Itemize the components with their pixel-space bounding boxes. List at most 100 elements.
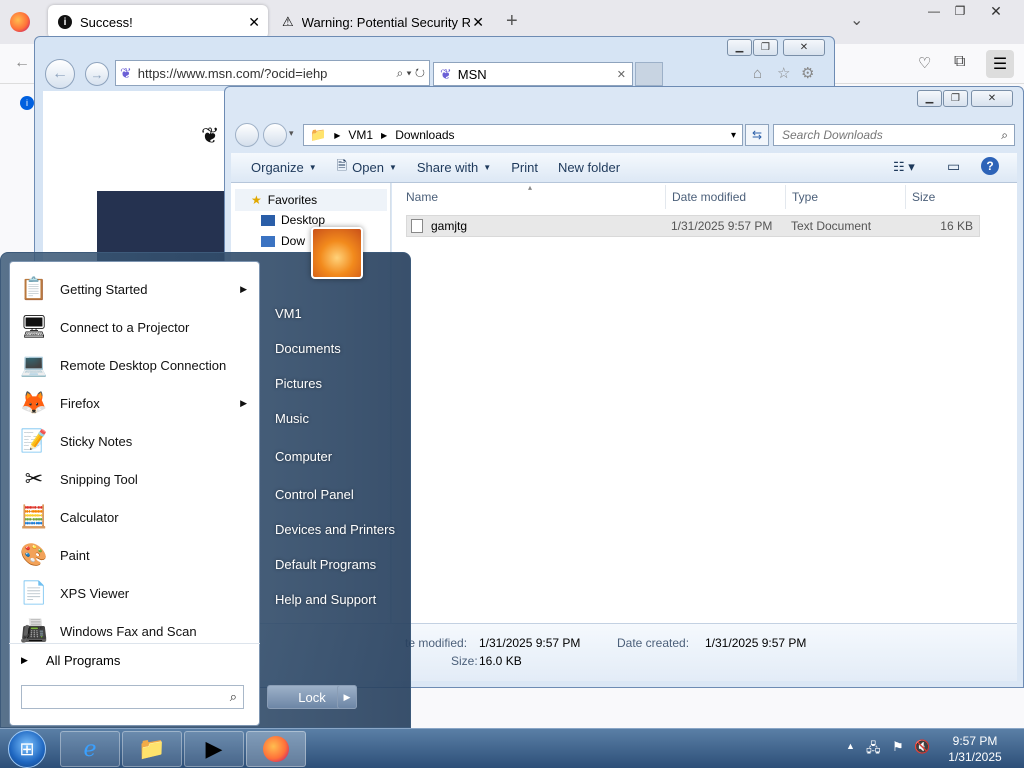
- start-right-item[interactable]: Control Panel: [267, 478, 409, 510]
- address-dropdown-icon[interactable]: ▾: [731, 130, 736, 141]
- downloads-icon: [261, 235, 275, 247]
- back-button[interactable]: ←: [45, 59, 75, 89]
- chevron-right-icon: ▶: [334, 130, 341, 140]
- breadcrumb-downloads[interactable]: Downloads: [395, 128, 454, 142]
- firefox-icon: [263, 736, 289, 762]
- list-tabs-button[interactable]: ⌄: [850, 10, 863, 30]
- nav-downloads[interactable]: Dow: [261, 234, 305, 248]
- created-value: 1/31/2025 9:57 PM: [705, 636, 807, 650]
- new-folder-button[interactable]: New folder: [548, 160, 630, 175]
- start-right-item[interactable]: Default Programs: [267, 548, 409, 580]
- address-bar[interactable]: ❦ https://www.msn.com/?ocid=iehp ⌕ ▾ ↻: [115, 60, 430, 86]
- tab-title: Success!: [80, 14, 133, 30]
- start-button[interactable]: ⊞: [8, 730, 46, 768]
- clock-date: 1/31/2025: [948, 750, 1002, 764]
- close-tab-icon[interactable]: ✕: [470, 13, 484, 31]
- shutdown-options-arrow[interactable]: ▶: [337, 685, 357, 709]
- search-refresh-icons[interactable]: ⌕ ▾ ↻: [396, 66, 425, 81]
- start-right-item[interactable]: Documents: [267, 332, 409, 364]
- address-bar[interactable]: 📁 ▶ VM1 ▶ Downloads ▾: [303, 124, 743, 146]
- maximize-button[interactable]: ❐: [943, 90, 968, 107]
- back-button[interactable]: [235, 123, 259, 147]
- tab-success[interactable]: i Success! ✕: [48, 5, 268, 39]
- close-button[interactable]: ✕: [980, 0, 1012, 22]
- recent-dropdown-icon[interactable]: ▾: [289, 128, 294, 139]
- new-tab-button[interactable]: [635, 62, 663, 86]
- share-with-button[interactable]: Share with ▼: [407, 160, 501, 175]
- favorites-star-icon[interactable]: ☆: [777, 64, 790, 82]
- minimize-button[interactable]: ▁: [727, 39, 752, 56]
- close-button[interactable]: ✕: [783, 39, 825, 56]
- start-right-item[interactable]: Computer: [267, 440, 409, 472]
- msn-butterfly-icon: ❦: [120, 64, 132, 81]
- print-label: Print: [511, 160, 538, 175]
- close-tab-icon[interactable]: ✕: [617, 68, 626, 81]
- tab-msn[interactable]: ❦ MSN ✕: [433, 62, 633, 86]
- taskbar-explorer-icon[interactable]: 📁: [122, 731, 182, 767]
- new-tab-button[interactable]: +: [506, 10, 518, 33]
- open-button[interactable]: 🗎 Open ▼: [327, 157, 407, 179]
- created-label: Date created:: [617, 636, 690, 650]
- action-center-flag-icon[interactable]: ⚑: [892, 739, 904, 755]
- start-right-item[interactable]: Music: [267, 402, 409, 434]
- info-icon[interactable]: i: [20, 96, 34, 110]
- restore-button[interactable]: ❐: [753, 39, 778, 56]
- network-icon[interactable]: 🖧: [866, 739, 881, 761]
- show-hidden-icons-arrow[interactable]: ▲: [846, 741, 855, 751]
- start-right-item[interactable]: Devices and Printers: [267, 513, 409, 545]
- share-label: Share with: [416, 160, 479, 175]
- view-options-icon[interactable]: ☷ ▾: [893, 159, 915, 175]
- start-right-item[interactable]: VM1: [267, 297, 409, 329]
- restore-button[interactable]: ❐: [944, 0, 976, 22]
- breadcrumb-vm1[interactable]: VM1: [348, 128, 373, 142]
- preview-pane-icon[interactable]: ▭: [947, 158, 960, 175]
- chevron-right-icon: ▶: [381, 130, 388, 140]
- desktop-label: Desktop: [281, 213, 326, 227]
- close-button[interactable]: ✕: [971, 90, 1013, 107]
- start-right-item[interactable]: Help and Support: [267, 583, 409, 615]
- firefox-icon[interactable]: [10, 12, 30, 32]
- table-row[interactable]: gamjtg 1/31/2025 9:57 PM Text Document 1…: [406, 215, 980, 237]
- file-type: Text Document: [791, 219, 872, 233]
- column-name[interactable]: Name: [400, 185, 666, 209]
- column-type[interactable]: Type: [786, 185, 906, 209]
- pocket-icon[interactable]: ♡: [918, 54, 931, 72]
- close-tab-icon[interactable]: ✕: [248, 14, 260, 31]
- clock[interactable]: 9:57 PM 1/31/2025: [940, 733, 1010, 765]
- dropdown-icon: ▼: [308, 163, 317, 172]
- home-icon[interactable]: ⌂: [753, 65, 762, 82]
- column-date-modified[interactable]: Date modified: [666, 185, 786, 209]
- file-name: gamjtg: [431, 219, 468, 233]
- help-icon[interactable]: ?: [981, 157, 999, 175]
- taskbar-firefox-icon[interactable]: [246, 731, 306, 767]
- nav-desktop[interactable]: Desktop: [261, 213, 325, 227]
- new-folder-label: New folder: [557, 160, 621, 175]
- dropdown-icon: ▼: [388, 163, 397, 172]
- nav-favorites[interactable]: ★ Favorites: [235, 189, 387, 211]
- tab-security-warning[interactable]: ⚠ Warning: Potential Security Risk ✕: [272, 5, 490, 39]
- volume-muted-icon[interactable]: 🔇: [914, 739, 930, 755]
- extensions-icon[interactable]: ⧉: [954, 53, 965, 71]
- forward-button[interactable]: →: [85, 62, 109, 86]
- settings-gear-icon[interactable]: ⚙: [801, 64, 814, 82]
- refresh-button[interactable]: ⇆: [745, 124, 769, 146]
- search-input[interactable]: Search Downloads ⌕: [773, 124, 1015, 146]
- downloads-label: Dow: [281, 234, 306, 248]
- minimize-button[interactable]: ▁: [917, 90, 942, 107]
- taskbar-media-player-icon[interactable]: ▶: [184, 731, 244, 767]
- tab-title: MSN: [457, 66, 487, 82]
- menu-icon[interactable]: ☰: [986, 50, 1014, 78]
- start-right-item[interactable]: Pictures: [267, 367, 409, 399]
- file-list: Name Date modified Type Size ▴ gamjtg 1/…: [392, 183, 1017, 623]
- print-button[interactable]: Print: [501, 160, 548, 175]
- command-bar: Organize ▼ 🗎 Open ▼ Share with ▼ Print New f…: [231, 153, 1017, 183]
- clock-time: 9:57 PM: [952, 734, 998, 748]
- organize-button[interactable]: Organize ▼: [241, 160, 327, 175]
- taskbar-internet-explorer-icon[interactable]: ℯ: [60, 731, 120, 767]
- back-arrow-icon[interactable]: ←: [14, 54, 30, 72]
- modified-value: 1/31/2025 9:57 PM: [479, 636, 581, 650]
- star-icon: ★: [251, 193, 262, 207]
- column-size[interactable]: Size: [906, 185, 982, 209]
- msn-logo-icon: ❦: [201, 123, 220, 148]
- forward-button[interactable]: [263, 123, 287, 147]
